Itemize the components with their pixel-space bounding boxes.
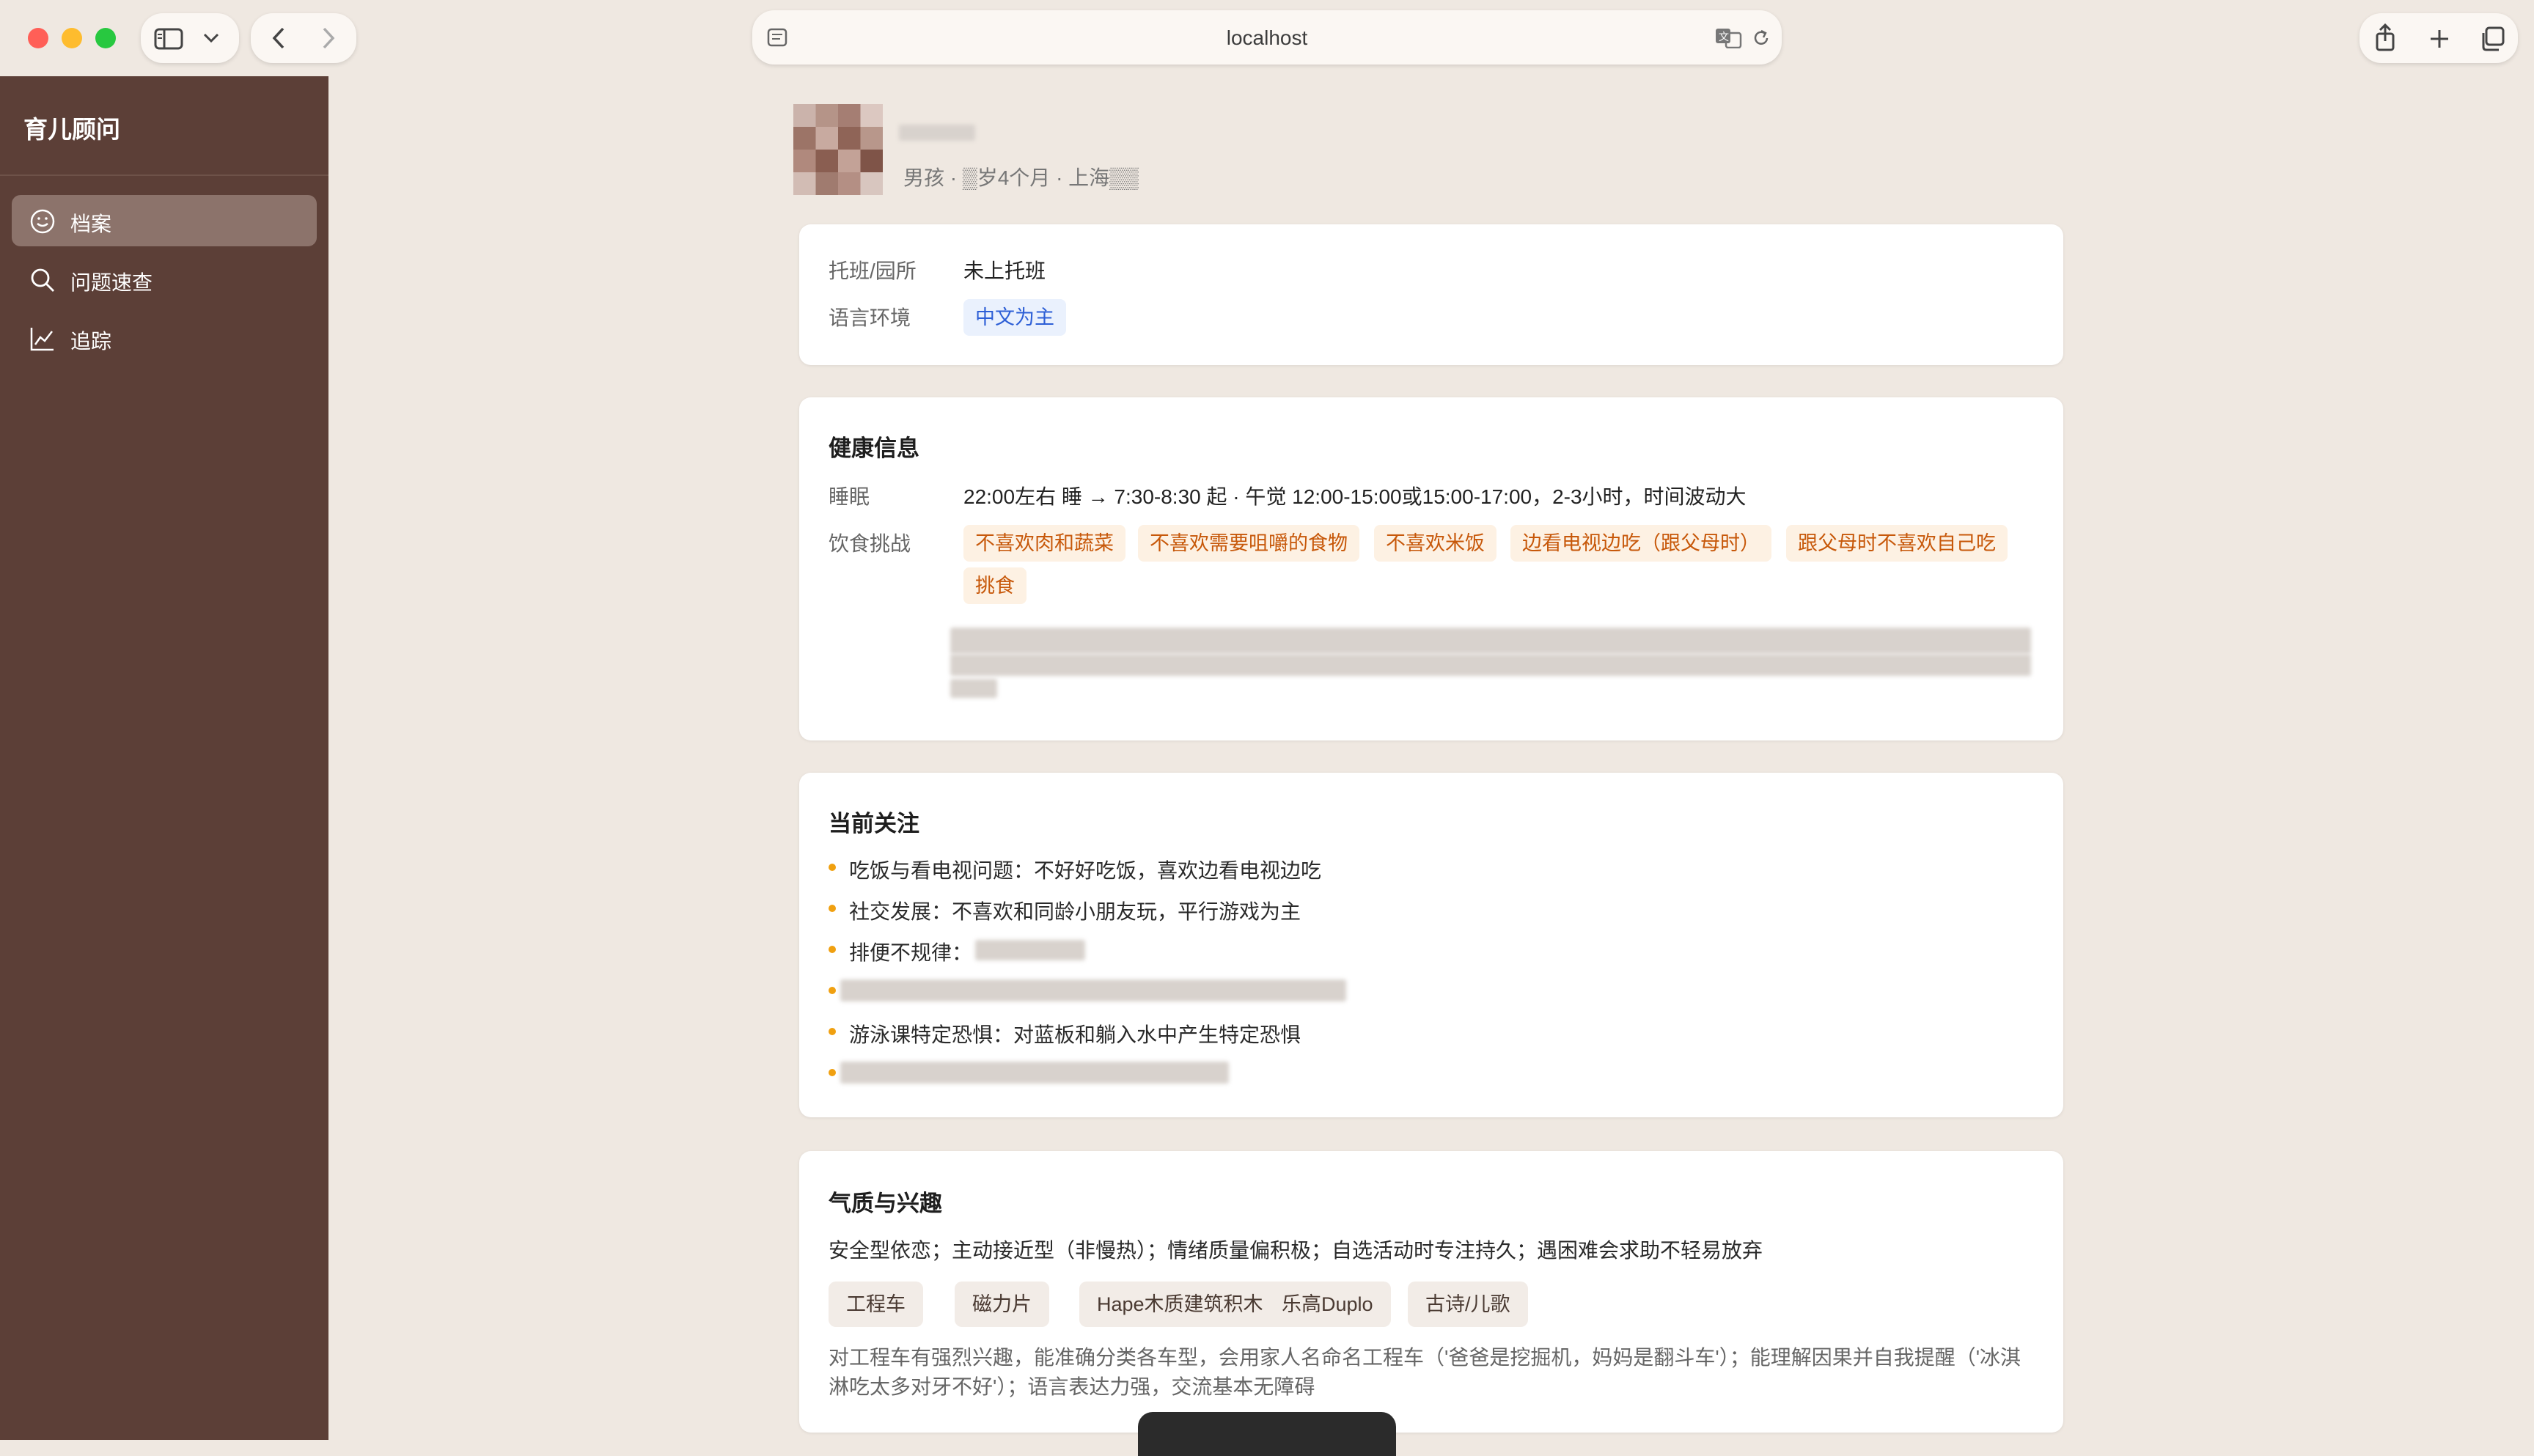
list-item: 游泳课特定恐惧：对蓝板和躺入水中产生特定恐惧	[849, 1023, 1301, 1046]
sidebar-item-label: 问题速查	[70, 271, 153, 294]
health-card: 健康信息 睡眠 22:00左右 睡 → 7:30-8:30 起 · 午觉 12:…	[799, 397, 2063, 740]
minimize-window-button[interactable]	[62, 28, 82, 48]
chart-line-icon	[30, 328, 54, 351]
bullet-dot	[829, 864, 836, 871]
temperament-title: 气质与兴趣	[829, 1191, 942, 1216]
daycare-label: 托班/园所	[829, 260, 917, 282]
app-title: 育儿顾问	[23, 116, 120, 143]
address-bar[interactable]: localhost 文	[752, 10, 1782, 65]
diet-tag: 边看电视边吃（跟父母时）	[1510, 525, 1771, 562]
smiley-icon	[30, 209, 55, 234]
temperament-summary: 安全型依恋；主动接近型（非慢热）；情绪质量偏积极；自选活动时专注持久；遇困难会求…	[829, 1239, 1763, 1262]
temperament-card: 气质与兴趣 安全型依恋；主动接近型（非慢热）；情绪质量偏积极；自选活动时专注持久…	[799, 1151, 2063, 1433]
chevron-down-icon[interactable]	[202, 32, 220, 44]
new-tab-icon[interactable]	[2428, 28, 2450, 50]
window-actions-group	[2359, 13, 2518, 63]
sidebar-item-tracking[interactable]: 追踪	[12, 312, 317, 364]
health-title: 健康信息	[829, 435, 919, 461]
child-name-redacted	[899, 125, 975, 141]
svg-text:文: 文	[1719, 32, 1729, 43]
temperament-description: 对工程车有强烈兴趣，能准确分类各车型，会用家人名命名工程车（'爸爸是挖掘机，妈妈…	[829, 1346, 2021, 1398]
sidebar-item-profile[interactable]: 档案	[12, 195, 317, 246]
search-icon	[31, 268, 54, 292]
browser-toolbar: localhost 文	[0, 0, 2534, 76]
tab-overview-icon[interactable]	[2480, 26, 2505, 51]
bullet-dot	[829, 1028, 836, 1035]
diet-tag: 挑食	[963, 567, 1027, 604]
sidebar-toggle-icon[interactable]	[154, 28, 183, 50]
sidebar: 育儿顾问 档案 问题速查 追踪	[0, 76, 328, 1440]
bullet-dot	[829, 987, 836, 994]
redacted-text	[950, 654, 2031, 676]
redacted-list-item	[840, 979, 1346, 1001]
zoom-window-button[interactable]	[95, 28, 116, 48]
avatar	[793, 104, 883, 195]
bullet-dot	[829, 946, 836, 953]
bullet-dot	[829, 1069, 836, 1076]
diet-tag: 不喜欢肉和蔬菜	[963, 525, 1125, 562]
concerns-title: 当前关注	[829, 811, 919, 837]
forward-arrow-icon[interactable]	[320, 26, 337, 50]
list-item: 排便不规律：	[849, 941, 973, 964]
basic-info-card: 托班/园所 未上托班 语言环境 中文为主	[799, 224, 2063, 365]
diet-label: 饮食挑战	[829, 532, 911, 555]
interest-tag: Hape木质建筑积木	[1079, 1282, 1281, 1327]
redacted-text	[950, 628, 2031, 654]
sleep-label: 睡眠	[829, 485, 870, 508]
bullet-dot	[829, 905, 836, 912]
redacted-text	[950, 679, 997, 698]
redacted-list-item	[840, 1062, 1229, 1084]
reload-icon[interactable]	[1751, 28, 1771, 48]
interest-tag: 古诗/儿歌	[1408, 1282, 1528, 1327]
sidebar-toggle-group[interactable]	[141, 13, 239, 63]
diet-tag: 不喜欢需要咀嚼的食物	[1138, 525, 1359, 562]
sidebar-item-label: 档案	[70, 213, 112, 235]
redacted-text	[975, 940, 1085, 960]
interest-tag: 磁力片	[955, 1282, 1049, 1327]
interest-tag: 工程车	[829, 1282, 923, 1327]
daycare-value: 未上托班	[963, 260, 1046, 282]
diet-tag: 跟父母时不喜欢自己吃	[1786, 525, 2008, 562]
sidebar-item-quick-lookup[interactable]: 问题速查	[12, 254, 317, 305]
profile-meta: 男孩 · ▒岁4个月 · 上海▒▒	[903, 166, 1139, 189]
list-item: 吃饭与看电视问题：不好好吃饭，喜欢边看电视边吃	[849, 859, 1322, 882]
diet-tag: 不喜欢米饭	[1374, 525, 1496, 562]
sidebar-divider	[0, 174, 328, 176]
concerns-card: 当前关注 吃饭与看电视问题：不好好吃饭，喜欢边看电视边吃 社交发展：不喜欢和同龄…	[799, 773, 2063, 1117]
sidebar-item-label: 追踪	[70, 330, 112, 353]
share-icon[interactable]	[2374, 23, 2396, 51]
translate-icon[interactable]: 文	[1714, 26, 1742, 48]
sleep-value: 22:00左右 睡 → 7:30-8:30 起 · 午觉 12:00-15:00…	[963, 485, 1747, 508]
language-tag: 中文为主	[963, 299, 1066, 336]
language-label: 语言环境	[829, 306, 911, 329]
navigation-group	[251, 13, 356, 63]
close-window-button[interactable]	[28, 28, 48, 48]
floating-toolbar[interactable]	[1138, 1412, 1396, 1456]
list-item: 社交发展：不喜欢和同龄小朋友玩，平行游戏为主	[849, 900, 1301, 923]
back-arrow-icon[interactable]	[270, 26, 287, 50]
interest-tag: 乐高Duplo	[1264, 1282, 1391, 1327]
address-text[interactable]: localhost	[752, 26, 1782, 50]
